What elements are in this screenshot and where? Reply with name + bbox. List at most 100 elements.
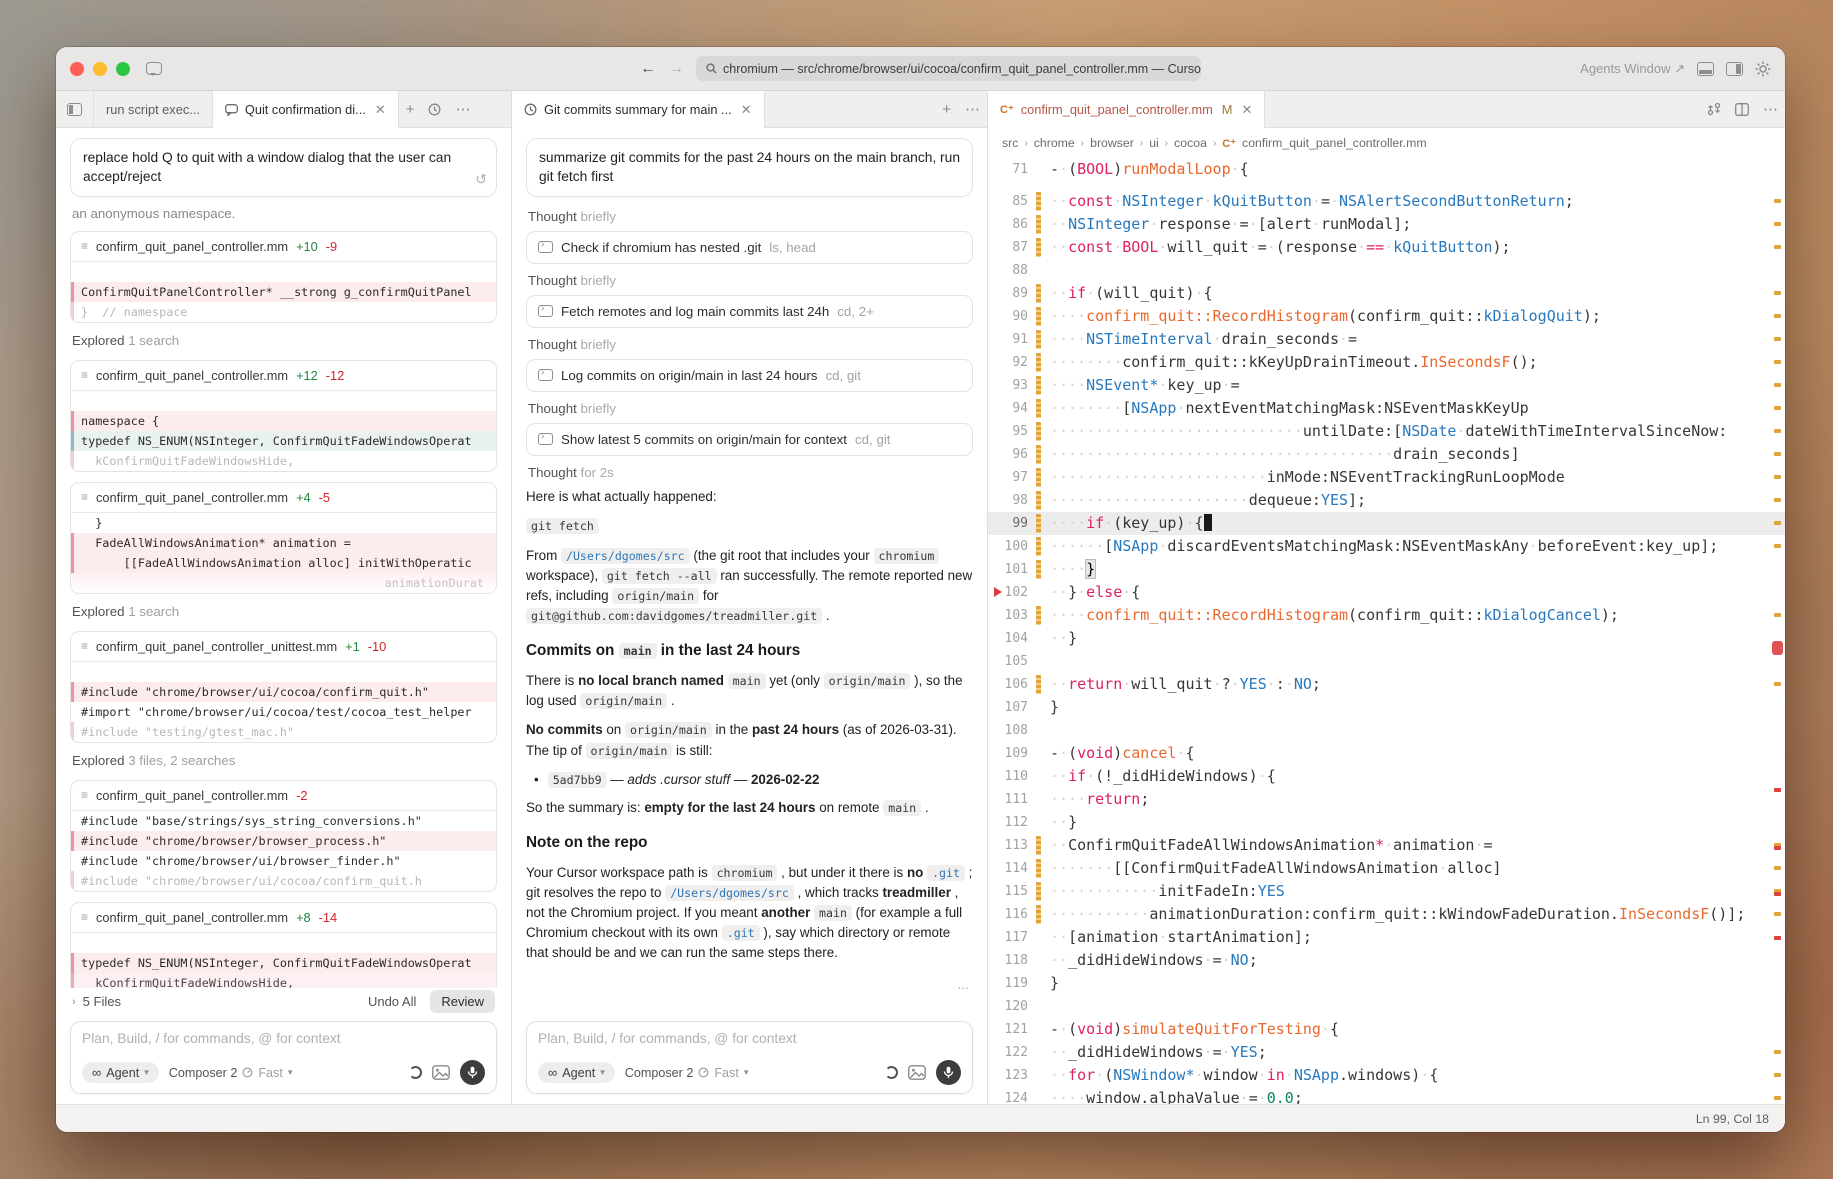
maximize-window-button[interactable] [116, 62, 130, 76]
image-attach-icon[interactable] [908, 1065, 926, 1080]
diff-card-header[interactable]: ≡confirm_quit_panel_controller.mm+12-12 [71, 361, 496, 391]
tab-confirm-quit-panel-controller[interactable]: C⁺ confirm_quit_panel_controller.mm M ✕ [988, 91, 1265, 128]
layout-sidebar-icon[interactable] [56, 91, 94, 127]
code-line[interactable]: 93····NSEvent*·key_up·= [988, 374, 1785, 397]
editor-overflow-menu[interactable]: ⋯ [1756, 91, 1785, 127]
undo-all-button[interactable]: Undo All [368, 994, 416, 1009]
code-line[interactable]: 90····confirm_quit::RecordHistogram(conf… [988, 305, 1785, 328]
message-actions-ellipsis[interactable]: ... [526, 972, 973, 995]
changed-files-bar[interactable]: › 5 Files Undo All Review [70, 988, 497, 1021]
tab-run-script[interactable]: run script exec... [94, 91, 213, 127]
tab-overflow-menu[interactable]: ⋯ [958, 91, 987, 127]
code-line[interactable]: 121-·(void)simulateQuitForTesting·{ [988, 1018, 1785, 1041]
code-line[interactable]: 107} [988, 696, 1785, 719]
agent-mode-dropdown[interactable]: ∞Agent▾ [82, 1062, 159, 1083]
code-line[interactable]: 98······················dequeue:YES]; [988, 489, 1785, 512]
tool-call-pill[interactable]: Check if chromium has nested .gitls, hea… [526, 231, 973, 264]
toggle-bottom-panel-icon[interactable] [1697, 62, 1714, 76]
gear-icon[interactable] [1755, 61, 1771, 77]
compare-changes-icon[interactable] [1700, 91, 1728, 127]
diff-card-header[interactable]: ≡confirm_quit_panel_controller.mm-2 [71, 781, 496, 811]
code-line[interactable]: 108 [988, 719, 1785, 742]
code-line[interactable]: 94········[NSApp·nextEventMatchingMask:N… [988, 397, 1785, 420]
new-tab-button[interactable]: + [935, 91, 958, 127]
agent-mode-dropdown[interactable]: ∞Agent▾ [538, 1062, 615, 1083]
close-tab-icon[interactable]: ✕ [1241, 102, 1252, 118]
tab-overflow-menu[interactable]: ⋯ [448, 91, 477, 127]
code-line[interactable]: 112··} [988, 811, 1785, 834]
code-line[interactable]: 111····return; [988, 788, 1785, 811]
tab-git-commits-summary[interactable]: Git commits summary for main ... ✕ [512, 91, 765, 128]
overview-ruler[interactable] [1771, 158, 1785, 1104]
code-line[interactable]: 123··for·(NSWindow*·window·in·NSApp.wind… [988, 1064, 1785, 1087]
review-button[interactable]: Review [430, 990, 495, 1013]
agents-window-link[interactable]: Agents Window ↗ [1580, 61, 1685, 77]
history-icon[interactable] [421, 91, 448, 127]
breadcrumb[interactable]: src›chrome›browser›ui›cocoa›C⁺confirm_qu… [988, 128, 1785, 158]
code-line[interactable]: 86··NSInteger·response·=·[alert·runModal… [988, 213, 1785, 236]
code-line[interactable]: 122··_didHideWindows·=·YES; [988, 1041, 1785, 1064]
sticky-scope-line[interactable]: 71-·(BOOL)runModalLoop·{ [988, 158, 1785, 181]
code-line[interactable]: 95····························untilDate:… [988, 420, 1785, 443]
chat-bubble-icon[interactable] [146, 62, 162, 75]
thought-label[interactable]: Thought for 2s [528, 465, 971, 480]
code-area[interactable]: 71-·(BOOL)runModalLoop·{ 85··const·NSInt… [988, 158, 1785, 1104]
model-selector[interactable]: Composer 2Fast▾ [625, 1066, 749, 1080]
code-line[interactable]: 87··const·BOOL·will_quit·=·(response·==·… [988, 236, 1785, 259]
user-prompt-2[interactable]: summarize git commits for the past 24 ho… [526, 138, 973, 197]
diff-card[interactable]: ≡confirm_quit_panel_controller_unittest.… [70, 631, 497, 743]
code-line[interactable]: 114·······[[ConfirmQuitFadeAllWindowsAni… [988, 857, 1785, 880]
back-arrow-icon[interactable]: ← [640, 60, 656, 78]
code-line[interactable]: 106··return·will_quit·?·YES·:·NO; [988, 673, 1785, 696]
breadcrumb-item[interactable]: cocoa [1174, 136, 1207, 150]
code-line[interactable]: 91····NSTimeInterval·drain_seconds·= [988, 328, 1785, 351]
code-line[interactable]: 88 [988, 259, 1785, 282]
pane2-chat-input[interactable]: Plan, Build, / for commands, @ for conte… [526, 1021, 973, 1094]
code-line[interactable]: 110··if·(!_didHideWindows)·{ [988, 765, 1785, 788]
tool-call-pill[interactable]: Show latest 5 commits on origin/main for… [526, 423, 973, 456]
code-line[interactable]: 100······[NSApp·discardEventsMatchingMas… [988, 535, 1785, 558]
pane1-conversation[interactable]: replace hold Q to quit with a window dia… [70, 138, 497, 988]
code-line[interactable]: 102··}·else·{ [988, 581, 1785, 604]
minimize-window-button[interactable] [93, 62, 107, 76]
pane2-conversation[interactable]: summarize git commits for the past 24 ho… [526, 138, 973, 1021]
thought-label[interactable]: Thought briefly [528, 337, 971, 352]
diff-card-header[interactable]: ≡confirm_quit_panel_controller.mm+4-5 [71, 483, 496, 513]
close-window-button[interactable] [70, 62, 84, 76]
code-line[interactable]: 124····window.alphaValue·=·0.0; [988, 1087, 1785, 1104]
thought-label[interactable]: Thought briefly [528, 209, 971, 224]
breadcrumb-item[interactable]: confirm_quit_panel_controller.mm [1242, 136, 1427, 150]
forward-arrow-icon[interactable]: → [668, 60, 684, 78]
breadcrumb-item[interactable]: chrome [1034, 136, 1075, 150]
thought-label[interactable]: Thought briefly [528, 273, 971, 288]
diff-card[interactable]: ≡confirm_quit_panel_controller.mm+8-14ty… [70, 902, 497, 988]
breadcrumb-item[interactable]: src [1002, 136, 1018, 150]
code-line[interactable]: 89··if·(will_quit)·{ [988, 282, 1785, 305]
code-line[interactable]: 115············initFadeIn:YES [988, 880, 1785, 903]
code-line[interactable]: 101····} [988, 558, 1785, 581]
restore-checkpoint-icon[interactable]: ↺ [475, 170, 487, 190]
code-line[interactable]: 85··const·NSInteger·kQuitButton·=·NSAler… [988, 190, 1785, 213]
code-line[interactable]: 109-·(void)cancel·{ [988, 742, 1785, 765]
cursor-position[interactable]: Ln 99, Col 18 [1696, 1112, 1769, 1126]
code-line[interactable]: 117··[animation·startAnimation]; [988, 926, 1785, 949]
diff-card[interactable]: ≡confirm_quit_panel_controller.mm+4-5 } … [70, 482, 497, 594]
image-attach-icon[interactable] [432, 1065, 450, 1080]
diff-card-header[interactable]: ≡confirm_quit_panel_controller.mm+8-14 [71, 903, 496, 933]
diff-card[interactable]: ≡confirm_quit_panel_controller.mm+10-9Co… [70, 231, 497, 323]
code-line[interactable]: 96······································… [988, 443, 1785, 466]
code-line[interactable]: 118··_didHideWindows·=·NO; [988, 949, 1785, 972]
split-editor-icon[interactable] [1728, 91, 1756, 127]
diff-card-header[interactable]: ≡confirm_quit_panel_controller_unittest.… [71, 632, 496, 662]
pane1-chat-input[interactable]: Plan, Build, / for commands, @ for conte… [70, 1021, 497, 1094]
diff-card-header[interactable]: ≡confirm_quit_panel_controller.mm+10-9 [71, 232, 496, 262]
close-tab-icon[interactable]: ✕ [375, 102, 386, 118]
mic-button[interactable] [460, 1060, 485, 1085]
window-title-search[interactable]: chromium — src/chrome/browser/ui/cocoa/c… [696, 56, 1201, 81]
toggle-right-panel-icon[interactable] [1726, 62, 1743, 76]
tool-call-pill[interactable]: Log commits on origin/main in last 24 ho… [526, 359, 973, 392]
close-tab-icon[interactable]: ✕ [741, 102, 752, 118]
code-line[interactable]: 97························inMode:NSEvent… [988, 466, 1785, 489]
thought-label[interactable]: Thought briefly [528, 401, 971, 416]
code-line[interactable]: 103····confirm_quit::RecordHistogram(con… [988, 604, 1785, 627]
